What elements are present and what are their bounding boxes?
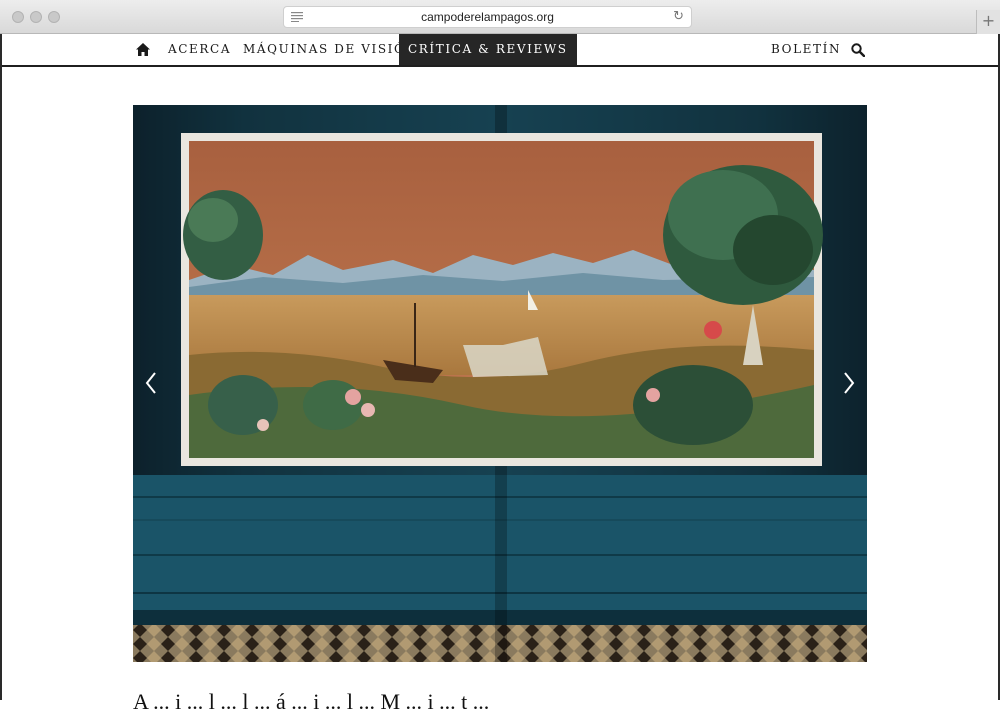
close-window-button[interactable]	[12, 11, 24, 23]
nav-item-boletin[interactable]: Boletín	[771, 34, 841, 65]
slider-prev-button[interactable]	[133, 357, 169, 409]
new-tab-button[interactable]: +	[976, 10, 1000, 34]
browser-toolbar: campoderelampagos.org ↻ +	[0, 0, 1000, 34]
nav-item-critica-reviews[interactable]: Crítica & Reviews	[399, 34, 577, 65]
zoom-window-button[interactable]	[48, 11, 60, 23]
chevron-left-icon	[145, 372, 156, 394]
page-frame-left	[0, 34, 2, 700]
site-nav: Acerca Máquinas de visión Crítica & Revi…	[2, 34, 998, 67]
book-spread-photo	[133, 105, 867, 662]
url-text: campoderelampagos.org	[421, 10, 554, 24]
article-partial-text: A ... i ... l ... l ... á ... i ... l ..…	[133, 690, 490, 714]
search-icon[interactable]	[851, 43, 865, 57]
address-bar[interactable]: campoderelampagos.org ↻	[283, 6, 692, 28]
minimize-window-button[interactable]	[30, 11, 42, 23]
nav-item-maquinas-de-vision[interactable]: Máquinas de visión	[243, 34, 418, 65]
chevron-right-icon	[844, 372, 855, 394]
home-icon[interactable]	[136, 43, 150, 56]
image-slider	[133, 105, 867, 662]
reload-icon[interactable]: ↻	[673, 10, 684, 24]
nav-item-acerca[interactable]: Acerca	[168, 34, 231, 65]
slider-next-button[interactable]	[831, 357, 867, 409]
